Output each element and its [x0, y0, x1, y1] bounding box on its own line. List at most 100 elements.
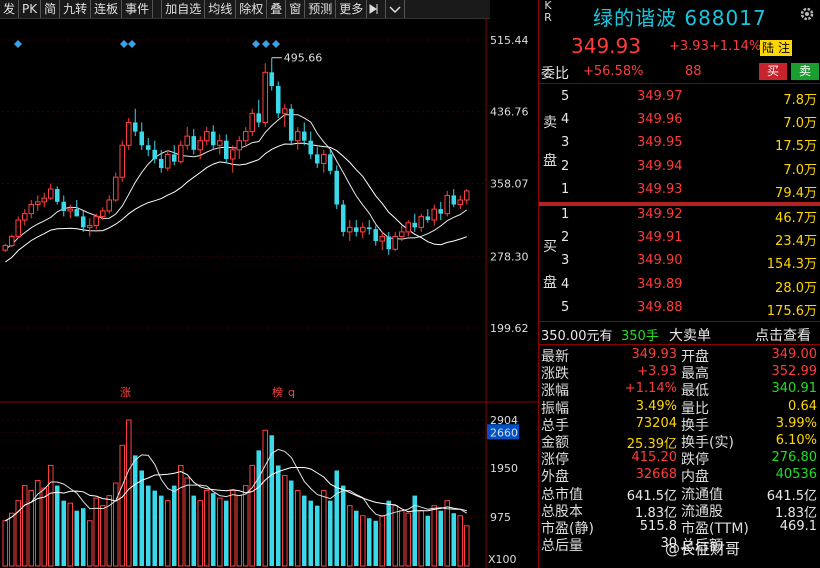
big-order-label: 大卖单 [669, 328, 711, 344]
big-order-link[interactable]: 点击查看 [755, 325, 811, 345]
toolbar-item[interactable]: 发 [0, 0, 20, 18]
quote-value: 340.91 [771, 381, 818, 397]
bid-row: 3 349.90 154.3万 [539, 252, 820, 275]
bid-volume: 23.4万 [775, 234, 817, 250]
candle-body [398, 231, 405, 237]
sell-button[interactable]: 卖 [791, 63, 819, 80]
ask-price: 349.97 [637, 89, 683, 104]
bid-volume: 175.6万 [766, 303, 817, 319]
quote-value: +3.93 [637, 364, 677, 380]
toolbar-item[interactable]: 更多 [336, 0, 368, 18]
quote-row: 总手 73204 换手 3.99% [539, 415, 820, 434]
candle-body [34, 201, 41, 206]
kline-chart[interactable]: 515.44 436.76 358.07 278.30 199.62 495.66 涨 榜 q 2… [0, 0, 538, 568]
candle-body [223, 140, 229, 159]
quote-row: 涨幅 +1.14% 最低 340.91 [539, 380, 820, 399]
quote-row: 市盈(静) 515.8 市盈(TTM) 469.1 [539, 518, 820, 537]
ask-volume: 7.8万 [783, 93, 817, 108]
candle-body [210, 131, 216, 146]
toolbar-item[interactable]: PK [19, 0, 42, 18]
candle-body [269, 72, 275, 86]
candle-body [8, 235, 15, 247]
candle-body [320, 153, 327, 165]
bid-price: 349.92 [637, 207, 683, 222]
volume-bar [171, 485, 177, 566]
toolbar-item[interactable]: 除权 [236, 0, 268, 18]
ask-volume: 17.5万 [775, 139, 817, 155]
toolbar-item[interactable]: 简 [41, 0, 61, 18]
candle-body [379, 235, 386, 242]
bid-level: 1 [561, 207, 570, 222]
ask-price: 349.95 [637, 135, 683, 151]
quote-row: 振幅 3.49% 量比 0.64 [539, 398, 820, 417]
candle-body [451, 195, 457, 205]
quote-row: 金额 25.39亿 换手(实) 6.10% [539, 432, 820, 452]
quote-panel: KR 绿的谐波 688017 349.93 +3.93 +1.14% 陆 注 委… [538, 0, 820, 568]
arrow-icon[interactable] [367, 0, 387, 18]
toolbar-item[interactable]: 叠 [267, 0, 287, 18]
ask-row: 1 349.93 79.4万 [539, 181, 820, 204]
volume-bar [379, 515, 386, 567]
event-diamond-icon [14, 40, 22, 48]
volume-bar [334, 470, 340, 566]
bid-price: 349.90 [637, 253, 683, 269]
stock-name: 绿的谐波 688017 [593, 6, 767, 30]
high-price-label: 495.66 [284, 52, 323, 65]
toolbar-item[interactable]: 窗 [286, 0, 306, 18]
candle-body [145, 145, 151, 150]
candle-body [132, 122, 138, 132]
candle-body [262, 71, 269, 123]
candle-body [93, 215, 100, 227]
toolbar-item[interactable]: 事件 [122, 0, 154, 18]
order-book-divider [539, 202, 820, 206]
price-tick-label: 358.07 [490, 178, 529, 191]
price-change: +3.93 [669, 39, 709, 54]
quote-value: 40536 [775, 467, 817, 483]
quote-label: 总后量 [541, 538, 583, 555]
bid-row: 2 349.91 23.4万 [539, 229, 820, 252]
bid-row: 4 349.89 28.0万 [539, 276, 820, 299]
candle-body [21, 213, 28, 221]
ask-price: 349.93 [637, 181, 683, 197]
volume-bar [164, 500, 171, 567]
volume-tick-label: 975 [490, 511, 511, 524]
buy-button[interactable]: 买 [759, 63, 787, 80]
candle-body [301, 131, 307, 141]
toolbar-item[interactable]: 均线 [205, 0, 237, 18]
gear-icon[interactable] [799, 6, 815, 22]
volume-bar [308, 500, 314, 566]
candle-body [366, 227, 372, 230]
volume-bar [340, 485, 346, 566]
candle-body [54, 189, 60, 202]
candle-body [139, 131, 145, 146]
toolbar-item[interactable]: 加自选 [161, 0, 206, 18]
volume-bar [281, 475, 288, 567]
volume-bar [359, 515, 366, 567]
bid-price: 349.91 [637, 230, 683, 246]
chevron-down-icon[interactable] [386, 0, 406, 18]
candle-body [281, 108, 288, 114]
candle-body [80, 216, 86, 228]
quote-value: 6.10% [775, 433, 817, 448]
kline-panel[interactable]: 515.44 436.76 358.07 278.30 199.62 495.66 涨 榜 q 2… [0, 0, 538, 568]
volume-bar [197, 500, 204, 567]
volume-bar [288, 480, 294, 566]
weibi-label: 委比 [541, 66, 569, 82]
candle-body [353, 227, 359, 232]
volume-bar [223, 500, 229, 566]
volume-bar [158, 495, 164, 566]
candle-body [431, 208, 438, 221]
toolbar-item[interactable]: 九转 [60, 0, 92, 18]
volume-bar [373, 520, 379, 566]
volume-bar [294, 490, 301, 567]
price-change-pct: +1.14% [709, 39, 762, 54]
toolbar-item[interactable]: 预测 [305, 0, 337, 18]
volume-bar [80, 508, 86, 566]
event-diamond-icon [272, 40, 280, 48]
bid-volume: 46.7万 [775, 211, 817, 226]
toolbar-item[interactable]: 连板 [91, 0, 123, 18]
bid-row: 5 349.88 175.6万 [539, 299, 820, 322]
volume-bar [99, 505, 106, 567]
candle-body [308, 140, 314, 155]
volume-bar [249, 464, 256, 567]
